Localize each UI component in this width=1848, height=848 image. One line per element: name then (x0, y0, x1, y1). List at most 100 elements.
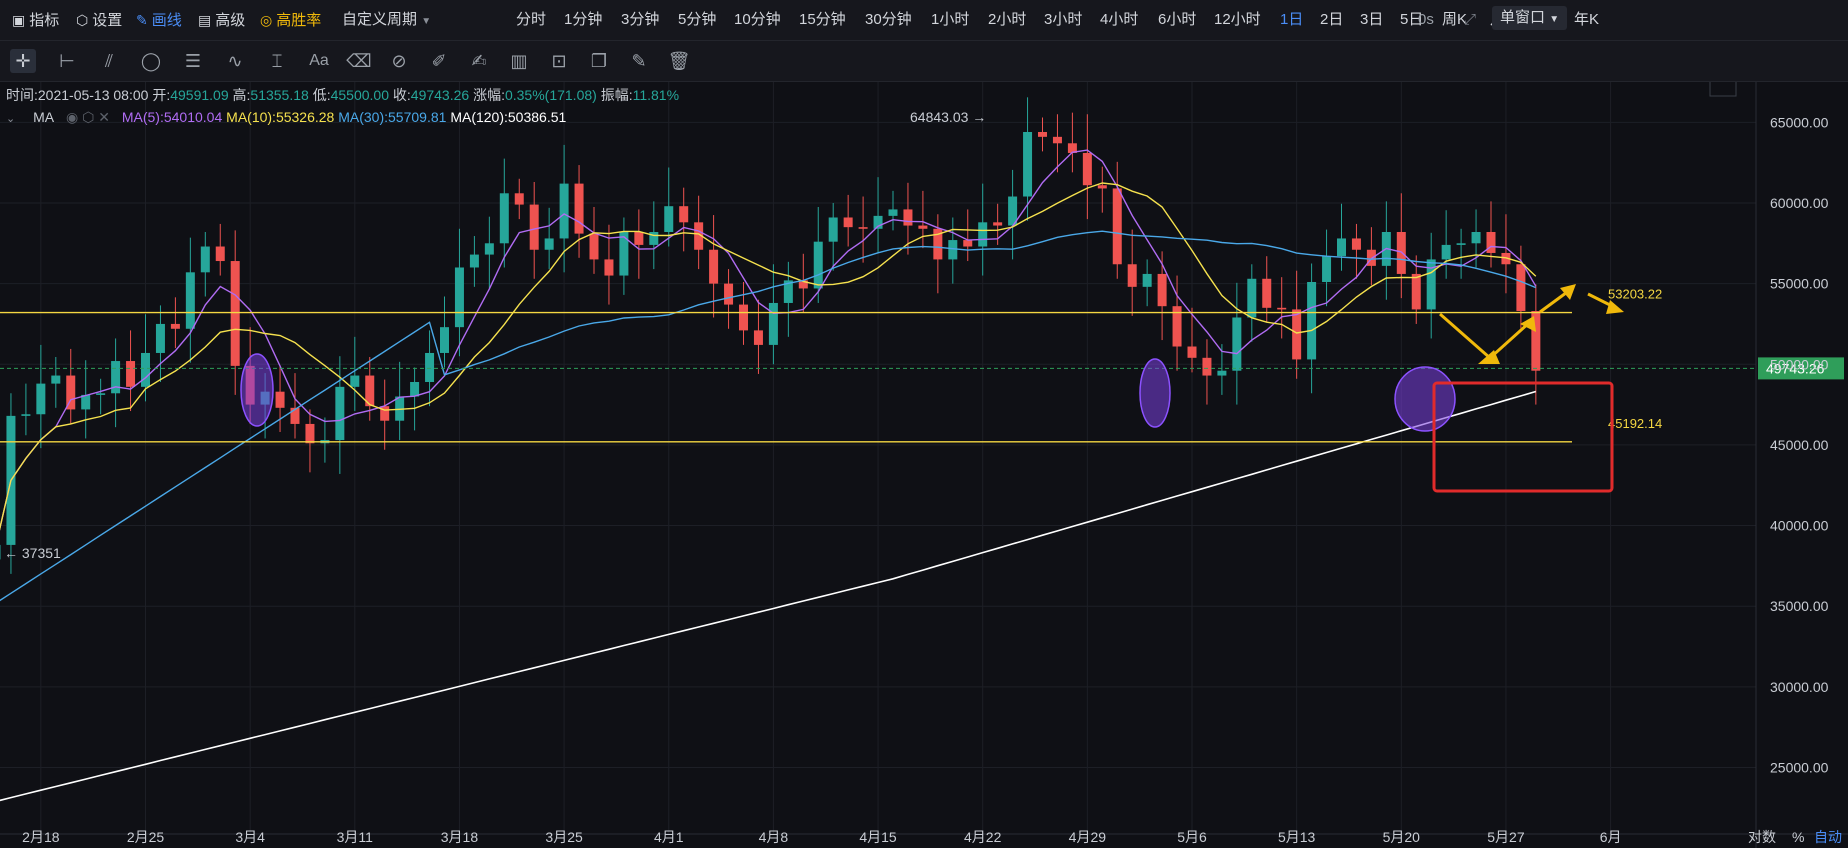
ma5-line (0, 149, 1537, 531)
winrate-button[interactable]: ◎ 高胜率 (260, 10, 321, 30)
fib-tool-icon[interactable]: ☰ (180, 49, 206, 73)
price-axis-label: 50000.00 (1770, 356, 1829, 372)
auto-scale-toggle: 自动 (1814, 829, 1842, 845)
horizontal-line-tool-icon[interactable]: ⊢ (54, 49, 80, 73)
price-axis-label: 40000.00 (1770, 518, 1829, 534)
candle-body (170, 323, 180, 329)
text-tool-icon[interactable]: Aa (306, 49, 332, 73)
parallel-lines-tool-icon[interactable]: ⫽ (96, 49, 122, 73)
candle-body (813, 241, 823, 289)
time-axis-label: 4月1 (654, 829, 684, 845)
period-tab-5[interactable]: 15分钟 (799, 10, 846, 30)
indicator-button[interactable]: ▣ 指标 (12, 10, 59, 30)
brush-tool-icon[interactable]: ✍ (466, 49, 492, 73)
window-mode-dropdown[interactable]: 单窗口 ▼ (1492, 6, 1568, 30)
period-tab-6[interactable]: 30分钟 (865, 10, 912, 30)
time-value: 2021-05-13 08:00 (37, 87, 149, 103)
period-tab-14[interactable]: 2日 (1320, 10, 1343, 30)
period-tab-9[interactable]: 3小时 (1044, 10, 1082, 30)
bars-tool-icon[interactable]: ▥ (506, 49, 532, 73)
close-value: 49743.26 (410, 87, 470, 103)
price-axis-label: 35000.00 (1770, 598, 1829, 614)
collapse-icon[interactable]: ⌄ (6, 113, 15, 125)
ellipse-tool-icon[interactable]: ◯ (138, 49, 164, 73)
candle-body (828, 217, 838, 242)
open-value: 49591.09 (170, 87, 229, 103)
caret-down-icon: ▼ (421, 16, 432, 27)
period-tab-3[interactable]: 5分钟 (678, 10, 716, 30)
amplitude-value: 11.81% (632, 87, 680, 103)
price-axis-label: 55000.00 (1770, 276, 1829, 292)
highlight-ellipse (1394, 366, 1456, 432)
settings-button[interactable]: ⬡ 设置 (76, 10, 122, 30)
close-icon[interactable]: ✕ (98, 109, 110, 125)
lock-tool-icon[interactable]: ⊡ (546, 49, 572, 73)
draw-button[interactable]: ✎ 画线 (136, 10, 182, 30)
low-value: 45500.00 (330, 87, 389, 103)
advanced-button[interactable]: ▤ 高级 (198, 10, 245, 30)
candle-body (1441, 244, 1451, 260)
eraser-tool-icon[interactable]: ⌫ (346, 49, 372, 73)
time-axis-label: 4月22 (964, 829, 1002, 845)
chart-area[interactable]: 53203.22 45192.14 49743.26 65000.00 60000.00… (0, 82, 1848, 848)
period-tab-15[interactable]: 3日 (1360, 10, 1383, 30)
period-tab-1[interactable]: 1分钟 (564, 10, 602, 30)
candle-body (858, 227, 868, 229)
crosshair-tool-icon[interactable]: ✛ (10, 49, 36, 73)
eye-icon[interactable]: ◉ (66, 109, 78, 125)
time-axis-label: 5月20 (1383, 829, 1421, 845)
highlight-ellipse (240, 353, 274, 427)
period-tab-7[interactable]: 1小时 (931, 10, 969, 30)
candle-body (753, 330, 763, 345)
period-tab-0[interactable]: 分时 (516, 10, 546, 30)
period-tab-4[interactable]: 10分钟 (734, 10, 781, 30)
settings-icon[interactable]: ⬡ (82, 109, 94, 125)
wave-tool-icon[interactable]: ∿ (222, 49, 248, 73)
highlight-ellipse (1139, 358, 1171, 428)
period-tab-12[interactable]: 12小时 (1214, 10, 1261, 30)
period-tab-11[interactable]: 6小时 (1158, 10, 1196, 30)
fullscreen-icon[interactable]: ⤢ (1464, 10, 1476, 30)
period-tab-13[interactable]: 1日 (1280, 10, 1303, 30)
candle-body (963, 240, 973, 247)
custom-period-dropdown[interactable]: 自定义周期 ▼ (342, 10, 431, 30)
time-axis-label: 3月4 (235, 829, 265, 845)
candle-body (1202, 357, 1212, 376)
trash-tool-icon[interactable]: 🗑 (666, 49, 692, 73)
ma10-value: MA(10):55326.28 (226, 109, 335, 125)
target-icon: ◎ (260, 12, 273, 28)
top-menu-bar: ▣ 指标 ⬡ 设置 ✎ 画线 ▤ 高级 ◎ 高胜率 自定义周期 ▼ 分时 1分钟 3分钟 5分钟… (0, 0, 1848, 41)
copy-tool-icon[interactable]: ❐ (586, 49, 612, 73)
candle-body (1322, 256, 1332, 282)
candle-body (1112, 188, 1122, 265)
gear-icon: ⬡ (76, 12, 89, 28)
candle-body (589, 233, 599, 260)
candle-body (574, 183, 584, 234)
time-axis-label: 6月 (1600, 829, 1622, 845)
period-tab-2[interactable]: 3分钟 (621, 10, 659, 30)
pen-tool-icon[interactable]: ✐ (426, 49, 452, 73)
price-axis-label: 25000.00 (1770, 759, 1829, 775)
candle-body (275, 391, 285, 408)
candle-body (948, 240, 958, 260)
candle-body (185, 272, 195, 329)
level-label: 53203.22 (1608, 287, 1662, 302)
candle-body (559, 183, 569, 239)
period-tab-20[interactable]: 年K (1574, 10, 1599, 30)
magnet-tool-icon[interactable]: ⊘ (386, 49, 412, 73)
candle-body (1411, 273, 1421, 310)
edit-tool-icon[interactable]: ✎ (626, 49, 652, 73)
change-value: 0.35%(171.08) (504, 87, 597, 103)
candle-body (1307, 282, 1317, 360)
candle-body (1097, 185, 1107, 189)
candle-body (1038, 132, 1047, 137)
pencil-icon: ✎ (136, 12, 148, 28)
log-scale-toggle: 对数 (1748, 829, 1776, 845)
candlestick-chart[interactable]: 53203.22 45192.14 49743.26 65000.00 60000.00… (0, 82, 1848, 848)
candle-body (36, 383, 46, 415)
period-tab-8[interactable]: 2小时 (988, 10, 1026, 30)
period-tab-10[interactable]: 4小时 (1100, 10, 1138, 30)
price-range-tool-icon[interactable]: ⌶ (264, 49, 290, 73)
drawing-toolbar: ✛ ⊢ ⫽ ◯ ☰ ∿ ⌶ Aa ⌫ ⊘ ✐ ✍ ▥ ⊡ ❐ ✎ 🗑 (0, 41, 1848, 82)
ma120-line (0, 390, 1537, 802)
